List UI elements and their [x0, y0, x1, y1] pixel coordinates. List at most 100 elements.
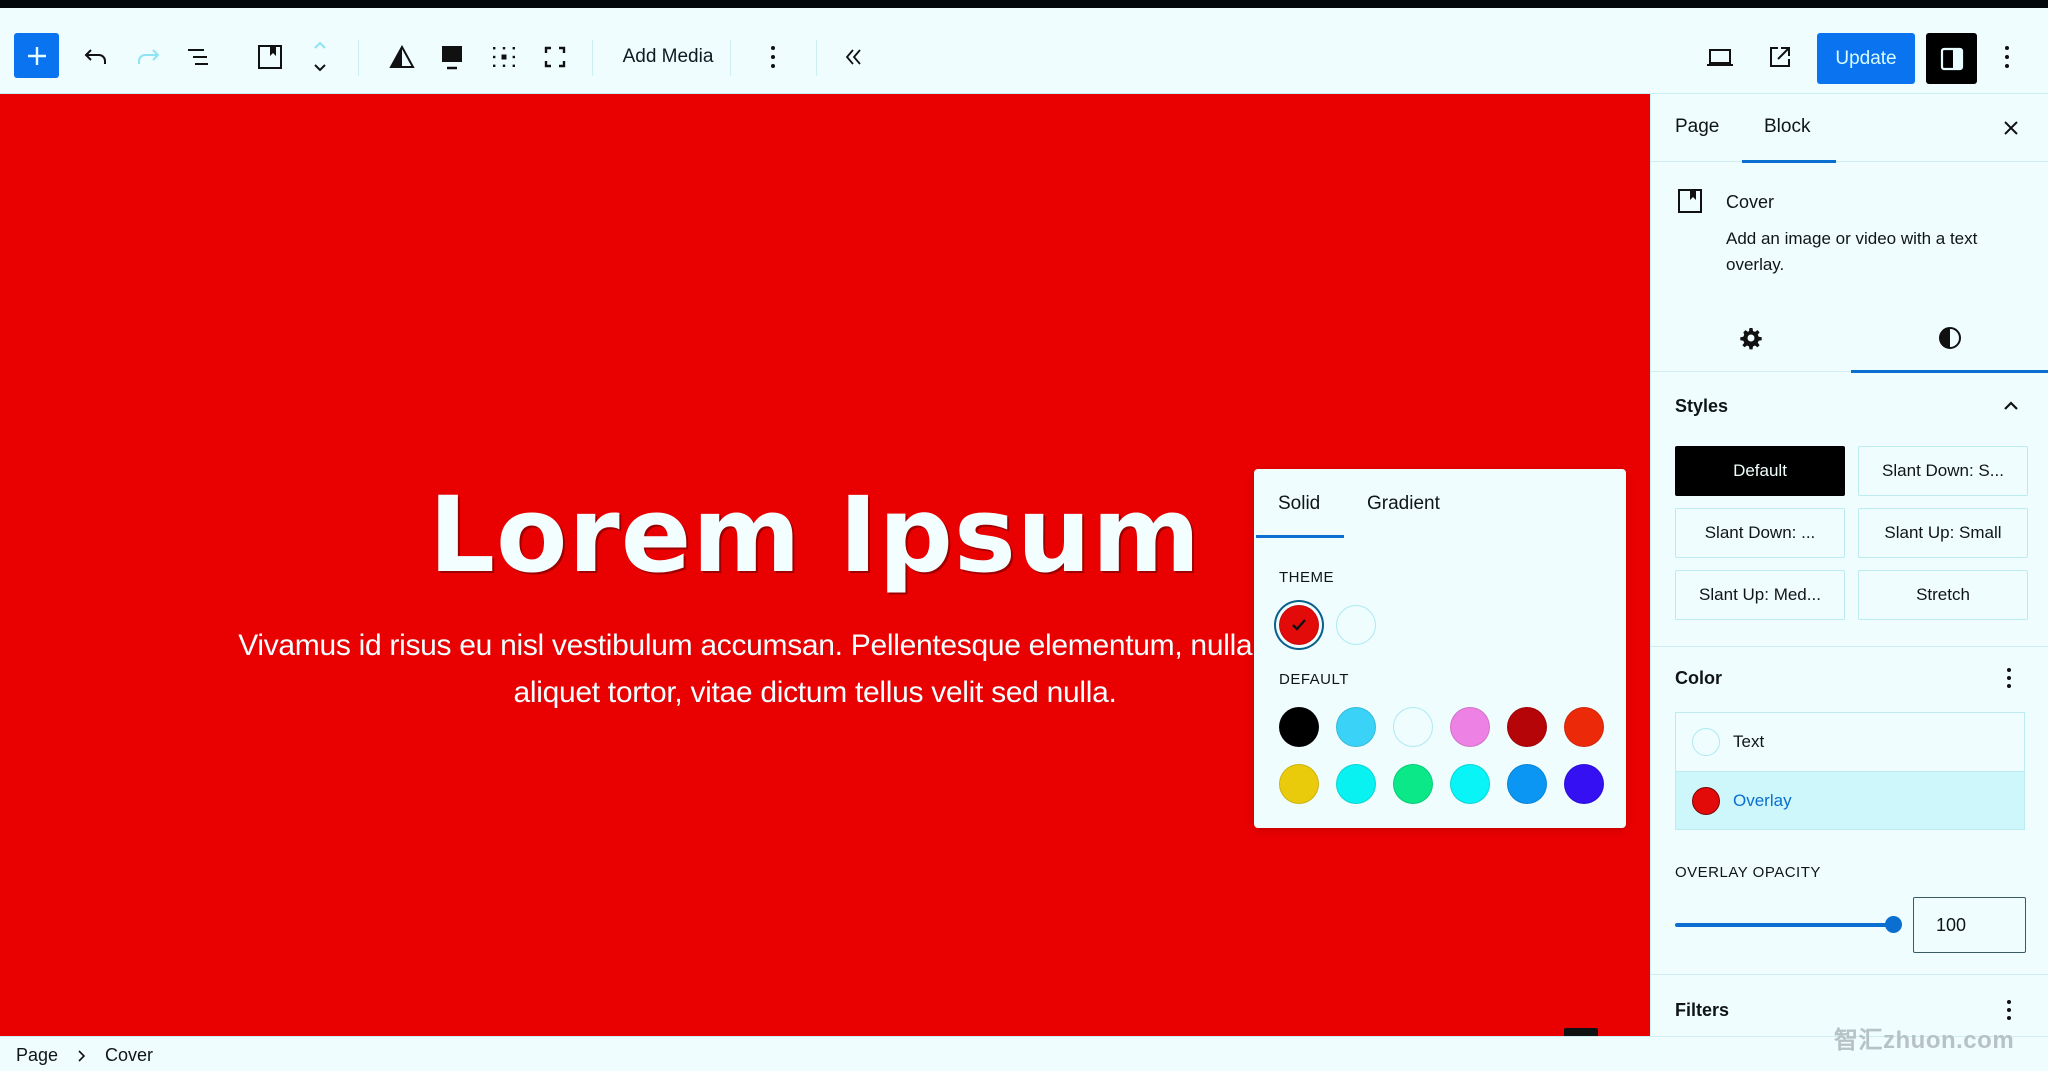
- move-up-down-icon: [314, 41, 326, 72]
- collapse-toolbar-button[interactable]: [836, 32, 872, 82]
- color-swatch-white[interactable]: [1336, 605, 1376, 645]
- color-item-overlay[interactable]: Overlay: [1676, 771, 2024, 829]
- color-options-button[interactable]: [1999, 665, 2019, 691]
- view-page-button[interactable]: [1762, 32, 1798, 82]
- block-options-button[interactable]: [756, 32, 790, 82]
- resize-handle[interactable]: [1564, 1028, 1598, 1036]
- overlay-opacity-label: OVERLAY OPACITY: [1675, 864, 1821, 881]
- overlay-opacity-input[interactable]: 100: [1913, 897, 2026, 953]
- full-height-button[interactable]: [537, 32, 573, 82]
- add-media-button[interactable]: Add Media: [612, 32, 724, 82]
- color-swatch-luminous-vivid-orange[interactable]: [1564, 707, 1604, 747]
- check-icon: [1280, 606, 1318, 644]
- toolbar-separator: [592, 40, 593, 76]
- color-swatch-vivid-purple[interactable]: [1564, 764, 1604, 804]
- desktop-view-icon: [1707, 49, 1733, 66]
- block-type-button[interactable]: [252, 32, 288, 82]
- list-view-icon: [188, 49, 208, 65]
- chevron-right-icon: [78, 1050, 86, 1062]
- content-position-button[interactable]: [434, 32, 470, 82]
- color-swatch-light-green-cyan[interactable]: [1336, 764, 1376, 804]
- color-swatch-vivid-cyan-blue[interactable]: [1507, 764, 1547, 804]
- more-vertical-icon: [2007, 1000, 2011, 1020]
- style-option-button[interactable]: Slant Down: ...: [1675, 508, 1845, 558]
- block-inspector-tabs: [1651, 304, 2048, 373]
- style-option-button[interactable]: Default: [1675, 446, 1845, 496]
- cover-block-icon: [1678, 189, 1702, 213]
- close-sidebar-button[interactable]: [1999, 116, 2023, 140]
- plus-icon: [27, 46, 46, 65]
- active-tab-indicator: [1742, 160, 1836, 163]
- breadcrumb-item-page[interactable]: Page: [16, 1045, 58, 1066]
- color-swatch-red[interactable]: [1279, 605, 1319, 645]
- color-swatch-black[interactable]: [1279, 707, 1319, 747]
- filters-panel-title: Filters: [1675, 1000, 1730, 1020]
- tab-page[interactable]: Page: [1675, 116, 1719, 138]
- color-swatch-vivid-green-cyan[interactable]: [1393, 764, 1433, 804]
- tab-settings[interactable]: [1651, 304, 1850, 372]
- color-swatch-pale-cyan-blue[interactable]: [1450, 764, 1490, 804]
- tab-styles[interactable]: [1850, 304, 2048, 372]
- settings-toggle-button[interactable]: [1926, 33, 1977, 84]
- active-tab-indicator: [1851, 370, 2048, 373]
- overlay-opacity-slider-thumb[interactable]: [1885, 916, 1902, 933]
- style-option-button[interactable]: Slant Down: S...: [1858, 446, 2028, 496]
- watermark: 智汇zhuon.com: [1834, 1027, 2015, 1054]
- add-block-button[interactable]: [14, 33, 59, 78]
- tab-solid[interactable]: Solid: [1278, 493, 1320, 515]
- window-top-band: [0, 0, 2048, 8]
- color-item-label: Text: [1733, 732, 1765, 751]
- color-swatch-vivid-red[interactable]: [1507, 707, 1547, 747]
- text-color-swatch: [1692, 728, 1720, 756]
- toolbar-separator: [816, 40, 817, 76]
- update-button[interactable]: Update: [1817, 33, 1915, 84]
- color-swatch-luminous-vivid-amber[interactable]: [1279, 764, 1319, 804]
- grid-button[interactable]: [486, 32, 522, 82]
- contrast-triangle-icon: [389, 45, 415, 68]
- editor-toolbar: Add Media Update: [0, 8, 2048, 94]
- color-settings-list: Text Overlay: [1675, 712, 2025, 830]
- color-panel-title: Color: [1675, 668, 1722, 688]
- breadcrumb-item-cover[interactable]: Cover: [105, 1045, 153, 1066]
- overlay-opacity-slider-track[interactable]: [1675, 923, 1895, 927]
- color-item-text[interactable]: Text: [1676, 713, 2024, 771]
- more-vertical-icon: [2005, 46, 2009, 68]
- cover-block-icon: [258, 45, 282, 69]
- contrast-button[interactable]: [384, 32, 420, 82]
- style-option-button[interactable]: Slant Up: Small: [1858, 508, 2028, 558]
- chevron-up-icon: [2004, 401, 2018, 410]
- more-vertical-icon: [771, 46, 775, 68]
- color-swatch-white[interactable]: [1393, 707, 1433, 747]
- theme-palette-label: THEME: [1279, 569, 1334, 586]
- color-item-label: Overlay: [1733, 790, 1792, 810]
- block-description: Add an image or video with a text overla…: [1726, 229, 1978, 274]
- preview-device-button[interactable]: [1700, 32, 1740, 82]
- block-title: Cover: [1726, 192, 1775, 212]
- toolbar-separator: [358, 40, 359, 76]
- color-swatch-pale-pink[interactable]: [1450, 707, 1490, 747]
- style-option-button[interactable]: Slant Up: Med...: [1675, 570, 1845, 620]
- collapse-styles-button[interactable]: [1999, 394, 2023, 418]
- section-divider: [1651, 974, 2048, 975]
- color-picker-popover: Solid Gradient THEME DEFAULT: [1254, 469, 1626, 828]
- redo-button[interactable]: [130, 32, 166, 82]
- default-palette-label: DEFAULT: [1279, 671, 1349, 688]
- undo-button[interactable]: [78, 32, 114, 82]
- document-overview-button[interactable]: [180, 32, 216, 82]
- gear-icon: [1739, 328, 1762, 350]
- redo-icon: [138, 49, 160, 64]
- tab-gradient[interactable]: Gradient: [1367, 493, 1440, 515]
- sidebar-toggle-icon: [1940, 47, 1963, 70]
- move-block-button[interactable]: [302, 32, 338, 82]
- toolbar-separator: [730, 40, 731, 76]
- block-breadcrumb-bar: Page Cover: [0, 1036, 2048, 1071]
- active-tab-indicator: [1256, 535, 1344, 538]
- close-icon: [2004, 121, 2018, 135]
- color-swatch-cyan-bluish-gray[interactable]: [1336, 707, 1376, 747]
- options-button[interactable]: [1990, 32, 2024, 82]
- chevron-double-left-icon: [845, 49, 861, 65]
- section-divider: [1651, 646, 2048, 647]
- style-option-button[interactable]: Stretch: [1858, 570, 2028, 620]
- grid-dots-icon: [493, 47, 515, 67]
- tab-block[interactable]: Block: [1764, 116, 1810, 138]
